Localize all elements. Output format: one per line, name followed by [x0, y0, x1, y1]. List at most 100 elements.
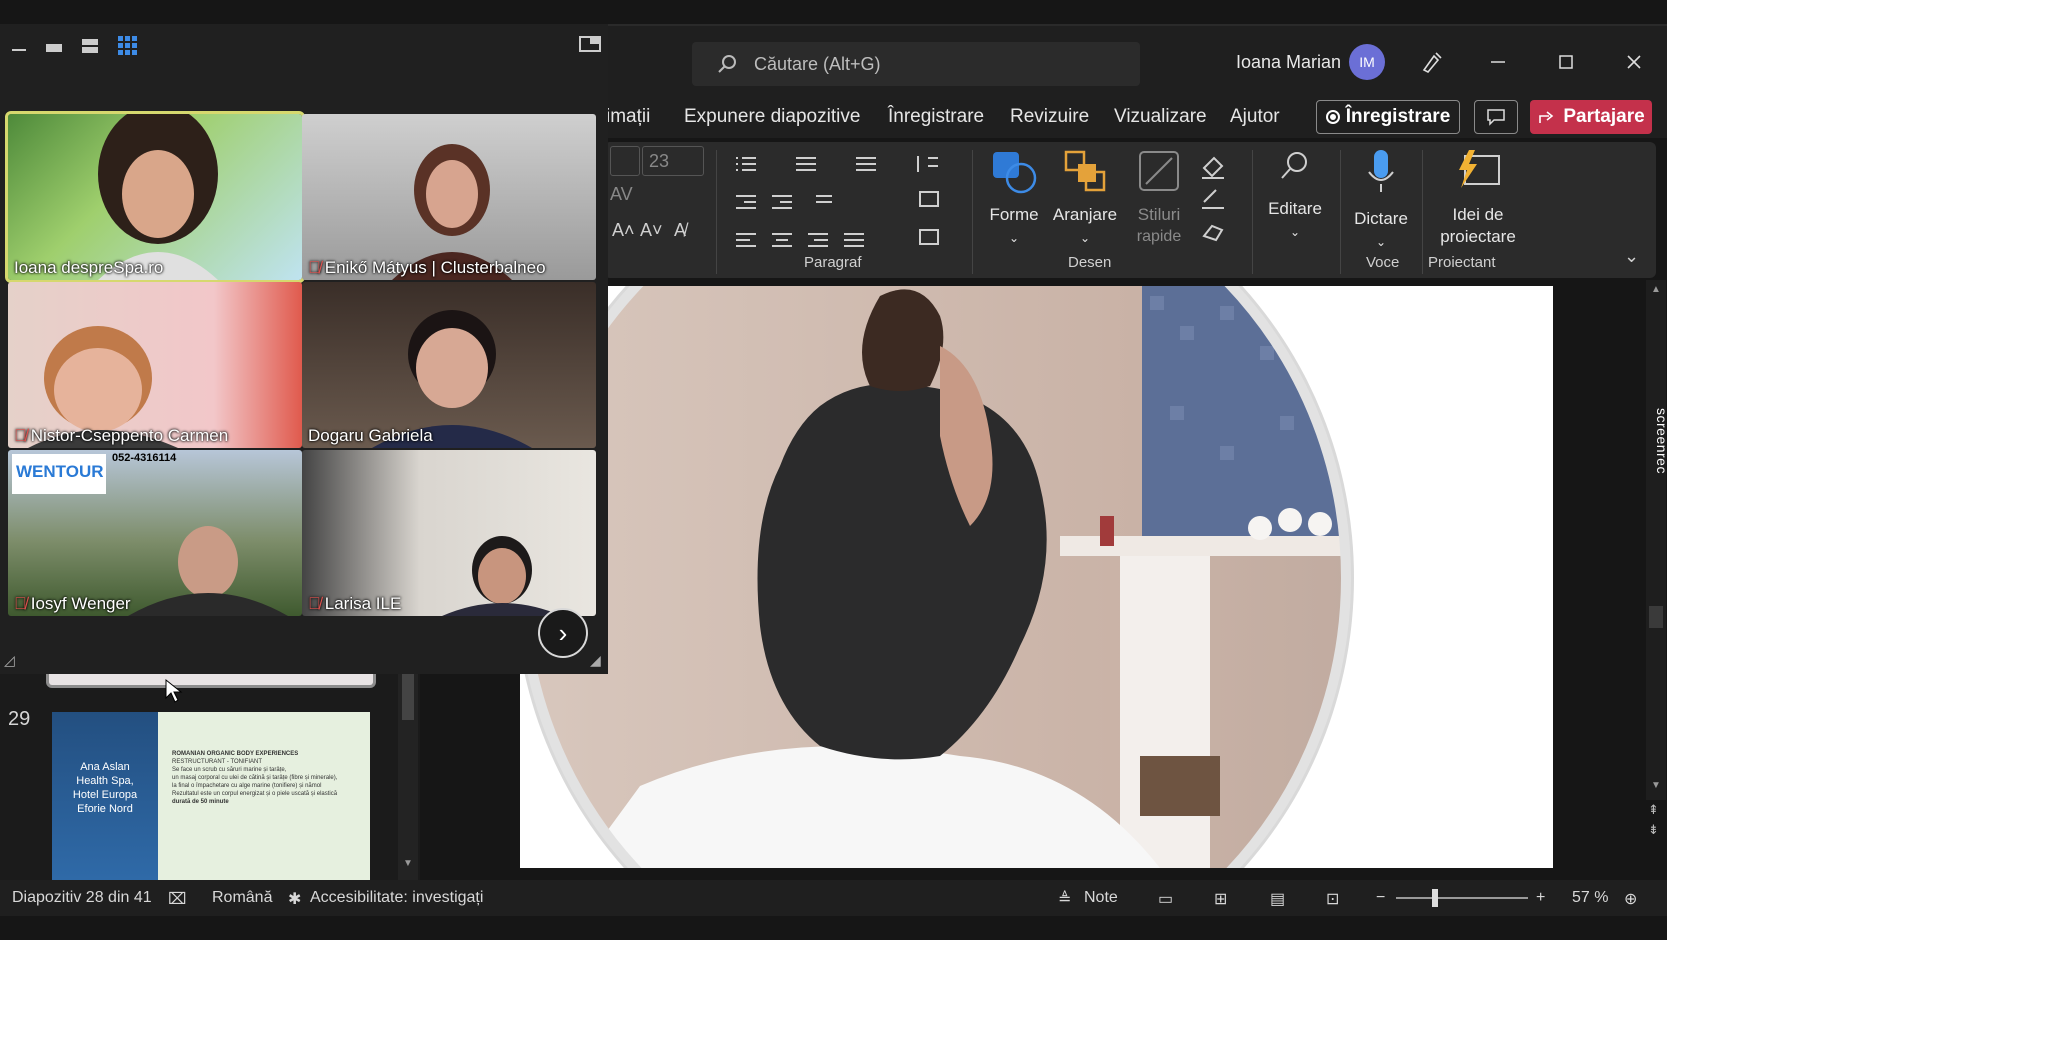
- participant-tile[interactable]: WENTOUR 052-4316114 🎙̸ Iosyf Wenger: [8, 450, 302, 616]
- drawing-tools-icons[interactable]: [1198, 150, 1244, 246]
- arrange-button[interactable]: Aranjare ⌄: [1048, 148, 1122, 249]
- minimize-button[interactable]: [1476, 40, 1520, 84]
- tab-recording[interactable]: Înregistrare: [888, 106, 984, 128]
- tab-review[interactable]: Revizuire: [1010, 106, 1089, 128]
- accessibility-button[interactable]: Accesibilitate: investigați: [310, 889, 483, 907]
- slide-counter: Diapozitiv 28 din 41: [12, 889, 152, 906]
- fit-slide-icon[interactable]: ⊕: [1624, 889, 1637, 909]
- notes-icon[interactable]: ≜: [1058, 889, 1071, 909]
- quick-styles-icon: [1139, 151, 1179, 191]
- share-button[interactable]: Partajare: [1530, 100, 1652, 134]
- ribbon-collapse-icon[interactable]: ⌄: [1624, 246, 1639, 267]
- zoom-in-icon[interactable]: +: [1536, 889, 1545, 907]
- participant-name: Ioana despreSpa.ro: [14, 258, 164, 277]
- slide-sorter-icon[interactable]: ⊞: [1214, 889, 1227, 909]
- font-name-combobox[interactable]: [610, 146, 640, 176]
- notes-button[interactable]: Note: [1084, 889, 1118, 907]
- tab-view[interactable]: Vizualizare: [1114, 106, 1207, 128]
- thumbnails-scrollbar[interactable]: ▼: [398, 660, 418, 880]
- participant-name: 🎙̸ Nistor-Cseppento Carmen: [14, 426, 229, 445]
- spelling-icon[interactable]: ⌧: [168, 889, 186, 909]
- zoom-out-icon[interactable]: −: [1376, 889, 1385, 907]
- font-decrease-icon[interactable]: A˅: [640, 220, 663, 241]
- dictate-button[interactable]: Dictare ⌄: [1346, 148, 1416, 253]
- participant-tile[interactable]: 🎙̸ Enikő Mátyus | Clusterbalneo: [302, 114, 596, 280]
- group-label-drawing: Desen: [1068, 254, 1112, 271]
- thumbnail-title-block: Ana Aslan Health Spa, Hotel Europa Efori…: [52, 712, 158, 880]
- status-bar: Diapozitiv 28 din 41 ⌧ Română ✱ Accesibi…: [0, 880, 1667, 916]
- quick-styles-button[interactable]: Stiluri rapide: [1126, 148, 1192, 248]
- share-label: Partajare: [1563, 106, 1645, 127]
- shapes-button[interactable]: Forme ⌄: [984, 148, 1044, 249]
- grid-view-icon[interactable]: [116, 34, 138, 61]
- participant-video: [98, 114, 218, 280]
- reading-view-icon[interactable]: ▤: [1270, 889, 1285, 909]
- group-label-designer: Proiectant: [1428, 254, 1496, 271]
- search-placeholder: Căutare (Alt+G): [754, 53, 881, 74]
- tab-help[interactable]: Ajutor: [1230, 106, 1280, 128]
- thumbnail-slide-29[interactable]: Ana Aslan Health Spa, Hotel Europa Efori…: [52, 712, 370, 880]
- zoom-level[interactable]: 57 %: [1572, 889, 1608, 907]
- resize-handle-left[interactable]: ◿: [4, 652, 15, 669]
- muted-mic-icon: 🎙̸: [14, 594, 27, 613]
- font-increase-icon[interactable]: A˄: [612, 220, 635, 241]
- zoom-slider[interactable]: [1396, 889, 1528, 907]
- avatar[interactable]: IM: [1349, 44, 1385, 80]
- participant-tile[interactable]: Dogaru Gabriela: [302, 282, 596, 448]
- muted-mic-icon: 🎙̸: [308, 594, 321, 613]
- slideshow-icon[interactable]: ⊡: [1326, 889, 1339, 909]
- popout-icon[interactable]: [578, 34, 602, 59]
- participant-name: Dogaru Gabriela: [308, 426, 433, 445]
- slide-thumbnails-pane: 29 Ana Aslan Health Spa, Hotel Europa Ef…: [0, 660, 420, 880]
- normal-view-icon[interactable]: ▭: [1158, 889, 1173, 909]
- prev-next-slide-icons[interactable]: ⇞ ⇟: [1648, 800, 1659, 840]
- slide-scrollbar[interactable]: ▲ ▼: [1646, 280, 1666, 800]
- comments-button[interactable]: [1474, 100, 1518, 134]
- design-ideas-button[interactable]: Idei de proiectare: [1428, 148, 1528, 248]
- split-view-icon[interactable]: [80, 36, 100, 61]
- muted-mic-icon: 🎙̸: [308, 258, 321, 277]
- mouse-cursor-icon: [165, 678, 183, 703]
- editing-button[interactable]: Editare ⌄: [1258, 148, 1332, 243]
- record-label: Înregistrare: [1345, 106, 1451, 127]
- powerpoint-window: Căutare (Alt+G) Ioana Marian IM imații E…: [0, 0, 1667, 940]
- close-button[interactable]: [1612, 40, 1656, 84]
- minimize-view-icon[interactable]: [10, 38, 28, 61]
- char-spacing-icon[interactable]: AV: [610, 184, 633, 205]
- speaker-view-icon[interactable]: [44, 38, 64, 61]
- participant-tile[interactable]: 🎙̸ Larisa ILE: [302, 450, 596, 616]
- language-button[interactable]: Română: [212, 889, 272, 907]
- share-icon: [1539, 111, 1554, 123]
- search-box[interactable]: Căutare (Alt+G): [692, 42, 1140, 86]
- shapes-icon: [993, 152, 1037, 194]
- thumbnail-number: 29: [8, 708, 31, 730]
- participant-tile[interactable]: 🎙̸ Nistor-Cseppento Carmen: [8, 282, 302, 448]
- participant-video: [28, 326, 178, 448]
- tab-animations[interactable]: imații: [606, 106, 650, 128]
- chevron-right-icon: ›: [558, 617, 568, 648]
- slide-28[interactable]: [520, 286, 1553, 868]
- screenrec-watermark: screenrec: [1654, 408, 1667, 474]
- participant-name: 🎙̸ Larisa ILE: [308, 594, 402, 613]
- muted-mic-icon: 🎙̸: [14, 426, 27, 445]
- tab-slideshow[interactable]: Expunere diapozitive: [684, 106, 860, 128]
- close-icon: [1627, 55, 1641, 69]
- maximize-icon: [1559, 55, 1573, 69]
- participant-video: [442, 536, 562, 616]
- resize-handle-right[interactable]: ◢: [590, 652, 601, 669]
- maximize-button[interactable]: [1544, 40, 1588, 84]
- pen-icon[interactable]: [1410, 40, 1454, 84]
- clear-format-icon[interactable]: A̸: [674, 220, 686, 241]
- design-ideas-icon: [1459, 150, 1500, 188]
- comment-icon: [1487, 109, 1505, 126]
- participant-video: [392, 144, 512, 280]
- thumbnail-bullets: ROMANIAN ORGANIC BODY EXPERIENCES RESTRU…: [172, 751, 338, 805]
- font-size-combobox[interactable]: 23: [642, 146, 704, 176]
- record-icon: [1325, 110, 1340, 124]
- participant-name: 🎙̸ Iosyf Wenger: [14, 594, 131, 613]
- next-page-button[interactable]: ›: [538, 608, 588, 658]
- accessibility-icon[interactable]: ✱: [288, 889, 301, 909]
- record-button[interactable]: Înregistrare: [1316, 100, 1460, 134]
- participant-tile[interactable]: Ioana despreSpa.ro: [5, 111, 305, 283]
- group-label-voice: Voce: [1366, 254, 1400, 271]
